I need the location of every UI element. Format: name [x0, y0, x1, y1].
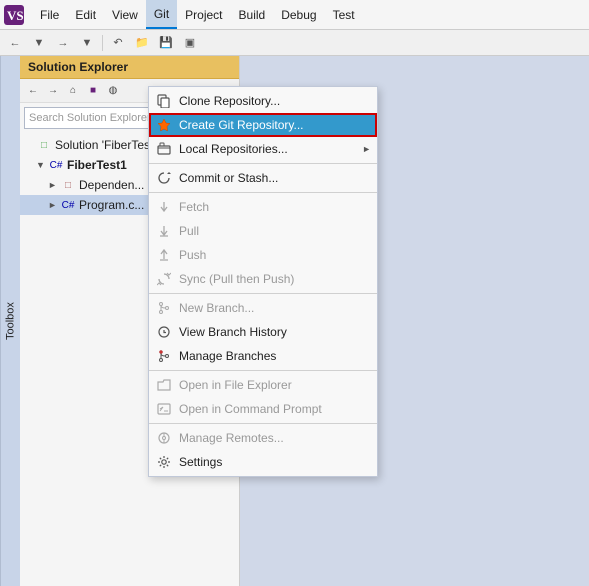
menu-test[interactable]: Test [325, 0, 363, 29]
fetch-label: Fetch [179, 200, 209, 214]
sync-icon [155, 272, 173, 286]
menu-project[interactable]: Project [177, 0, 230, 29]
clone-repo-icon [155, 94, 173, 108]
settings-label: Settings [179, 455, 222, 469]
menu-push[interactable]: Push [149, 243, 377, 267]
se-history-btn[interactable]: ◍ [104, 82, 122, 100]
se-vs-btn[interactable]: ■ [84, 82, 102, 100]
open-file-explorer-icon [155, 378, 173, 392]
open-file-btn[interactable]: 📁 [131, 32, 153, 54]
solution-label: Solution 'FiberTest [55, 138, 153, 152]
menu-bar: VS File Edit View Git Project Build Debu… [0, 0, 589, 30]
vs-logo: VS [4, 5, 24, 25]
multi-save-btn[interactable]: ▣ [179, 32, 201, 54]
view-branch-history-label: View Branch History [179, 325, 287, 339]
menu-new-branch[interactable]: New Branch... [149, 296, 377, 320]
open-cmd-label: Open in Command Prompt [179, 402, 322, 416]
separator2 [149, 192, 377, 193]
new-branch-label: New Branch... [179, 301, 254, 315]
fetch-icon [155, 200, 173, 214]
main-area: Toolbox Solution Explorer ← → ⌂ ■ ◍ Sear… [0, 56, 589, 586]
solution-icon: □ [36, 137, 52, 153]
menu-open-cmd[interactable]: Open in Command Prompt [149, 397, 377, 421]
dependency-icon: □ [60, 177, 76, 193]
git-dropdown-menu: Clone Repository... Create Git Repositor… [148, 86, 378, 477]
undo-btn[interactable]: ↶ [107, 32, 129, 54]
local-repos-icon [155, 142, 173, 156]
separator5 [149, 423, 377, 424]
cs-project-icon: C# [48, 157, 64, 173]
dropdown2-btn[interactable]: ▼ [76, 32, 98, 54]
menu-sync[interactable]: Sync (Pull then Push) [149, 267, 377, 291]
separator4 [149, 370, 377, 371]
push-label: Push [179, 248, 206, 262]
create-git-repo-icon [155, 118, 173, 132]
arrow-down: ▼ [36, 160, 48, 170]
menu-debug[interactable]: Debug [273, 0, 324, 29]
menu-view-branch-history[interactable]: View Branch History [149, 320, 377, 344]
back-btn[interactable]: ← [4, 32, 26, 54]
sync-label: Sync (Pull then Push) [179, 272, 294, 286]
open-file-explorer-label: Open in File Explorer [179, 378, 292, 392]
se-forward-btn[interactable]: → [44, 82, 62, 100]
se-back-btn[interactable]: ← [24, 82, 42, 100]
pull-label: Pull [179, 224, 199, 238]
dependencies-label: Dependen... [79, 178, 144, 192]
menu-manage-branches[interactable]: Manage Branches [149, 344, 377, 368]
solution-explorer-header: Solution Explorer [20, 56, 239, 79]
separator1 [149, 163, 377, 164]
menu-pull[interactable]: Pull [149, 219, 377, 243]
dropdown-btn[interactable]: ▼ [28, 32, 50, 54]
fibertest1-label: FiberTest1 [67, 158, 127, 172]
create-git-repo-label: Create Git Repository... [179, 118, 304, 132]
open-cmd-icon [155, 402, 173, 416]
main-toolbar: ← ▼ → ▼ ↶ 📁 💾 ▣ [0, 30, 589, 56]
clone-repo-label: Clone Repository... [179, 94, 280, 108]
local-repos-arrow: ► [362, 144, 371, 154]
pull-icon [155, 224, 173, 238]
menu-file[interactable]: File [32, 0, 67, 29]
view-branch-history-icon [155, 325, 173, 339]
commit-stash-label: Commit or Stash... [179, 171, 278, 185]
cs-file-icon: C# [60, 197, 76, 213]
commit-stash-icon [155, 171, 173, 185]
menu-local-repos[interactable]: Local Repositories... ► [149, 137, 377, 161]
menu-clone-repo[interactable]: Clone Repository... [149, 89, 377, 113]
menu-create-git-repo[interactable]: Create Git Repository... [149, 113, 377, 137]
menu-manage-remotes[interactable]: Manage Remotes... [149, 426, 377, 450]
menu-settings[interactable]: Settings [149, 450, 377, 474]
se-search-text: Search Solution Explorer [29, 112, 151, 124]
menu-open-file-explorer[interactable]: Open in File Explorer [149, 373, 377, 397]
arrow-right2: ► [48, 200, 60, 210]
settings-icon [155, 455, 173, 469]
local-repos-label: Local Repositories... [179, 142, 288, 156]
manage-remotes-label: Manage Remotes... [179, 431, 284, 445]
arrow-right: ► [48, 180, 60, 190]
toolbox-sidebar[interactable]: Toolbox [0, 56, 20, 586]
manage-branches-icon [155, 349, 173, 363]
save-btn[interactable]: 💾 [155, 32, 177, 54]
new-branch-icon [155, 301, 173, 315]
menu-git[interactable]: Git [146, 0, 177, 29]
forward-btn[interactable]: → [52, 32, 74, 54]
menu-build[interactable]: Build [231, 0, 274, 29]
se-home-btn[interactable]: ⌂ [64, 82, 82, 100]
separator3 [149, 293, 377, 294]
menu-commit-stash[interactable]: Commit or Stash... [149, 166, 377, 190]
svg-text:VS: VS [7, 8, 24, 23]
programcs-label: Program.c... [79, 198, 144, 212]
manage-remotes-icon [155, 431, 173, 445]
menu-edit[interactable]: Edit [67, 0, 104, 29]
toolbar-sep1 [102, 35, 103, 51]
manage-branches-label: Manage Branches [179, 349, 276, 363]
push-icon [155, 248, 173, 262]
menu-view[interactable]: View [104, 0, 146, 29]
menu-fetch[interactable]: Fetch [149, 195, 377, 219]
